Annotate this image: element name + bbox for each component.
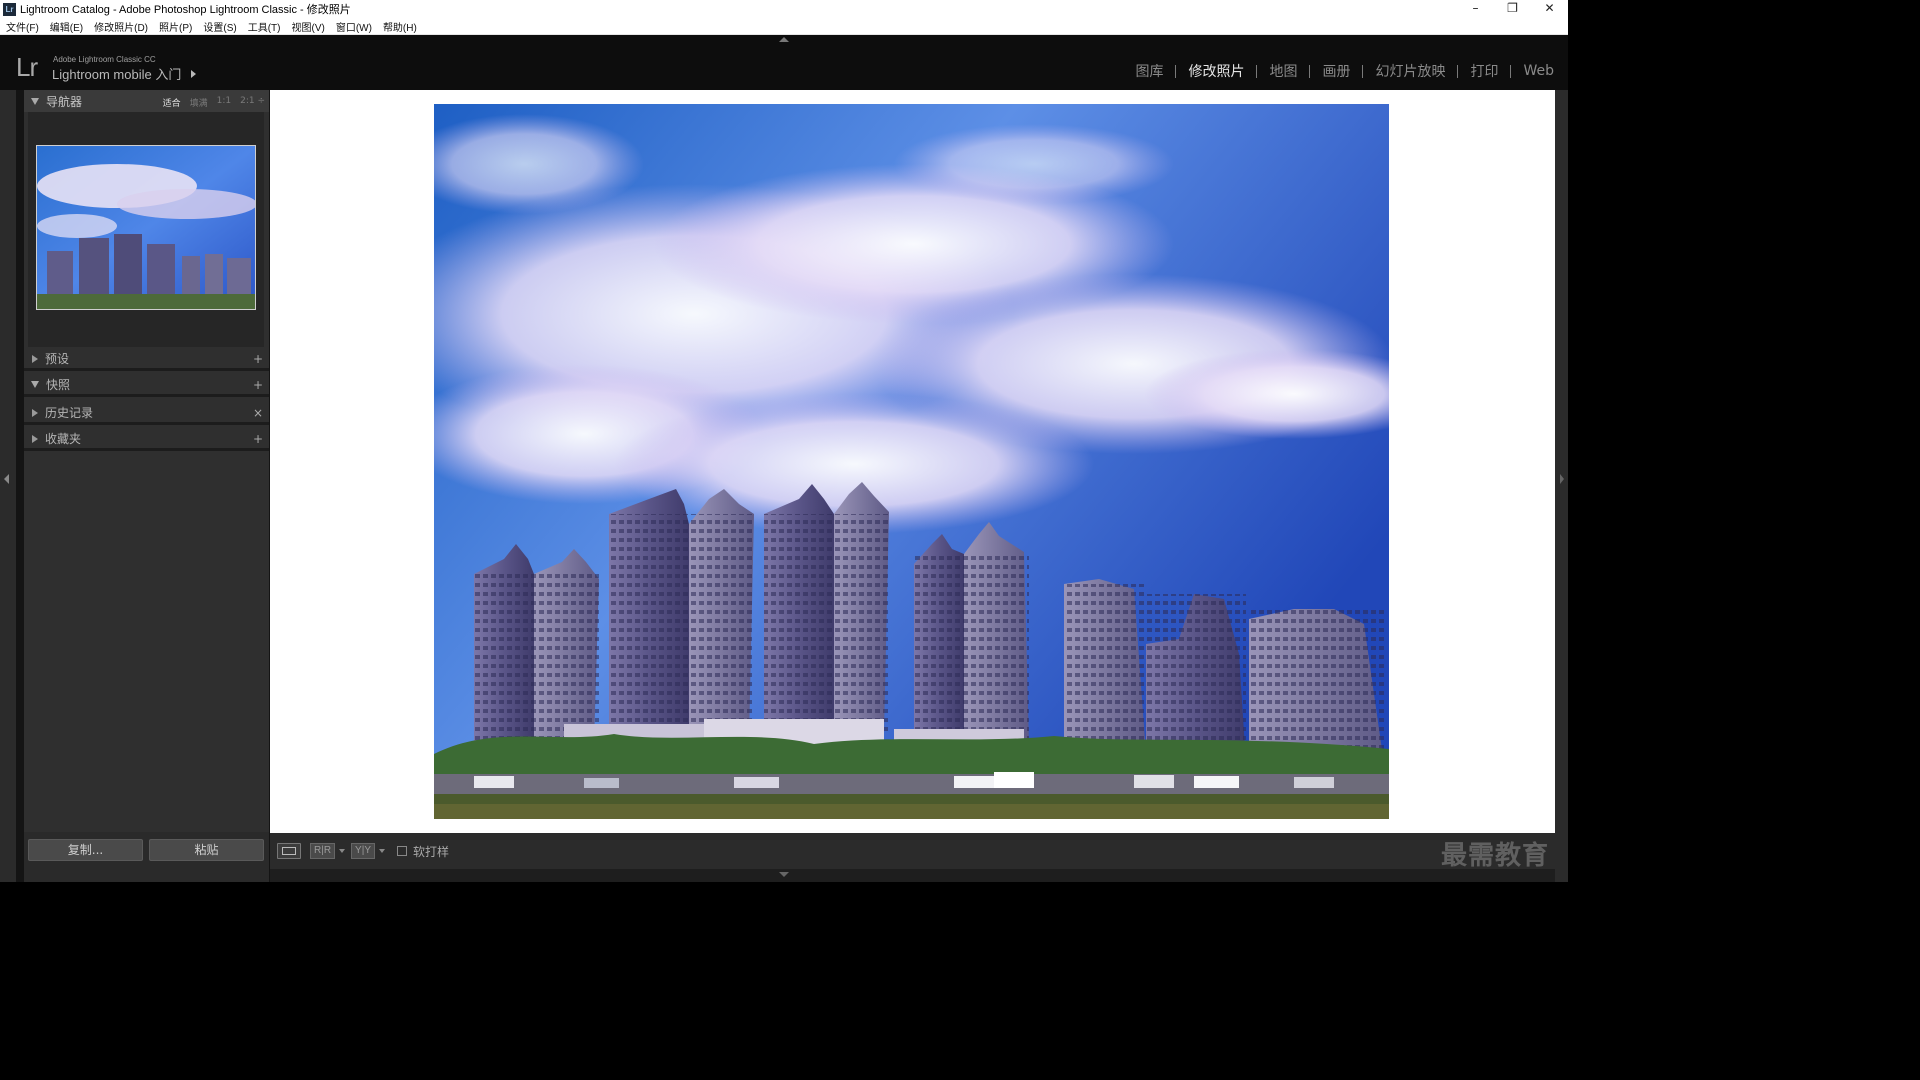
- left-panel-edge[interactable]: [0, 90, 16, 882]
- module-develop[interactable]: 修改照片: [1186, 61, 1246, 81]
- add-preset-icon[interactable]: +: [253, 352, 263, 366]
- zoom-fit[interactable]: 适合: [163, 96, 181, 109]
- minimize-button[interactable]: –: [1457, 0, 1494, 18]
- module-web[interactable]: Web: [1521, 63, 1556, 79]
- expanded-triangle-icon: [31, 97, 39, 105]
- lightroom-mobile-label: Lightroom mobile 入门: [52, 67, 182, 82]
- expanded-triangle-icon: [31, 381, 39, 388]
- presets-title: 预设: [45, 352, 70, 366]
- menu-settings[interactable]: 设置(S): [197, 19, 241, 34]
- right-panel-edge[interactable]: [1555, 90, 1568, 882]
- filmstrip-edge[interactable]: [270, 869, 1555, 882]
- left-panel-footer: 复制... 粘贴: [24, 832, 269, 882]
- product-name: Adobe Lightroom Classic CC: [53, 55, 156, 64]
- close-button[interactable]: ✕: [1531, 0, 1568, 18]
- module-separator: [1510, 64, 1512, 78]
- paste-settings-button[interactable]: 粘贴: [149, 839, 264, 861]
- menu-window[interactable]: 窗口(W): [330, 19, 377, 34]
- develop-canvas: [270, 90, 1555, 833]
- collapse-left-panel-icon[interactable]: [4, 474, 9, 484]
- lightroom-mobile-link[interactable]: Lightroom mobile 入门: [52, 64, 197, 83]
- navigator-header[interactable]: 导航器 适合 填满 1:1 2:1 ÷: [24, 90, 269, 112]
- navigator-thumbnail-image: [37, 146, 255, 309]
- before-after-left-right-button[interactable]: R|R: [310, 843, 336, 859]
- lr-logo: Lr: [16, 52, 38, 82]
- module-map[interactable]: 地图: [1267, 61, 1299, 81]
- module-picker: 图库 修改照片 地图 画册 幻灯片放映 打印 Web: [1133, 61, 1556, 81]
- menu-help[interactable]: 帮助(H): [377, 19, 422, 34]
- photo-image: [434, 104, 1389, 819]
- loupe-view-button[interactable]: [277, 843, 301, 859]
- window-titlebar: Lr Lightroom Catalog - Adobe Photoshop L…: [0, 0, 1568, 18]
- before-after-options-dropdown-icon[interactable]: [378, 849, 385, 853]
- loupe-view-icon: [282, 847, 296, 855]
- module-separator: [1457, 64, 1459, 78]
- play-arrow-icon: [191, 69, 197, 78]
- zoom-options: 适合 填满 1:1 2:1 ÷: [154, 96, 265, 109]
- expand-filmstrip-icon[interactable]: [779, 872, 789, 877]
- collapsed-triangle-icon: [32, 408, 38, 417]
- soft-proofing-label: 软打样: [412, 844, 449, 859]
- presets-panel-header[interactable]: 预设 +: [24, 349, 269, 371]
- menu-tools[interactable]: 工具(T): [242, 19, 286, 34]
- module-slideshow[interactable]: 幻灯片放映: [1373, 61, 1447, 81]
- restore-button[interactable]: ❐: [1494, 0, 1531, 18]
- soft-proofing-checkbox[interactable]: [396, 846, 407, 856]
- collapsed-triangle-icon: [32, 434, 38, 443]
- window-controls: – ❐ ✕: [1457, 0, 1568, 18]
- module-separator: [1309, 64, 1311, 78]
- module-print[interactable]: 打印: [1468, 61, 1500, 81]
- menu-view[interactable]: 视图(V): [285, 19, 329, 34]
- menu-bar: 文件(F) 编辑(E) 修改照片(D) 照片(P) 设置(S) 工具(T) 视图…: [0, 18, 1568, 35]
- module-separator: [1175, 64, 1177, 78]
- window-title: Lightroom Catalog - Adobe Photoshop Ligh…: [20, 4, 351, 16]
- menu-photo[interactable]: 照片(P): [153, 19, 197, 34]
- navigator-preview[interactable]: [36, 145, 256, 310]
- navigator-body: [28, 112, 264, 347]
- module-library[interactable]: 图库: [1133, 61, 1165, 81]
- zoom-2-1[interactable]: 2:1 ÷: [240, 96, 265, 109]
- add-collection-icon[interactable]: +: [253, 432, 263, 446]
- module-separator: [1256, 64, 1258, 78]
- copy-settings-button[interactable]: 复制...: [28, 839, 143, 861]
- collapse-top-panel-icon[interactable]: [779, 37, 789, 42]
- history-panel-header[interactable]: 历史记录 ×: [24, 403, 269, 425]
- expand-right-panel-icon[interactable]: [1560, 474, 1564, 484]
- collections-panel-header[interactable]: 收藏夹 +: [24, 429, 269, 451]
- menu-edit[interactable]: 编辑(E): [44, 19, 88, 34]
- history-title: 历史记录: [45, 406, 94, 420]
- identity-plate: Lr Adobe Lightroom Classic CC Lightroom …: [0, 35, 1568, 90]
- module-separator: [1362, 64, 1364, 78]
- add-snapshot-icon[interactable]: +: [253, 378, 263, 392]
- lightroom-app-icon: Lr: [3, 2, 16, 16]
- left-panel: 导航器 适合 填满 1:1 2:1 ÷ 预设 + 快照 + 历史记录 × 收藏夹…: [16, 90, 270, 882]
- watermark-text: 最需教育: [1440, 841, 1549, 871]
- before-after-dropdown-icon[interactable]: [339, 849, 346, 853]
- menu-develop[interactable]: 修改照片(D): [88, 19, 153, 34]
- collapsed-triangle-icon: [32, 354, 38, 363]
- module-book[interactable]: 画册: [1320, 61, 1352, 81]
- develop-toolbar: R|R Y|Y 软打样 最需教育: [270, 833, 1555, 871]
- clear-history-icon[interactable]: ×: [253, 406, 263, 420]
- before-after-top-bottom-button[interactable]: Y|Y: [351, 843, 375, 859]
- left-panel-content: 导航器 适合 填满 1:1 2:1 ÷ 预设 + 快照 + 历史记录 × 收藏夹…: [24, 90, 269, 882]
- snapshots-panel-header[interactable]: 快照 +: [24, 375, 269, 397]
- collections-title: 收藏夹: [45, 432, 82, 446]
- navigator-title: 导航器: [46, 94, 83, 109]
- snapshots-title: 快照: [46, 378, 71, 392]
- zoom-1-1[interactable]: 1:1: [217, 96, 231, 109]
- menu-file[interactable]: 文件(F): [0, 19, 44, 34]
- zoom-fill[interactable]: 填满: [190, 96, 208, 109]
- main-photo[interactable]: [434, 104, 1389, 819]
